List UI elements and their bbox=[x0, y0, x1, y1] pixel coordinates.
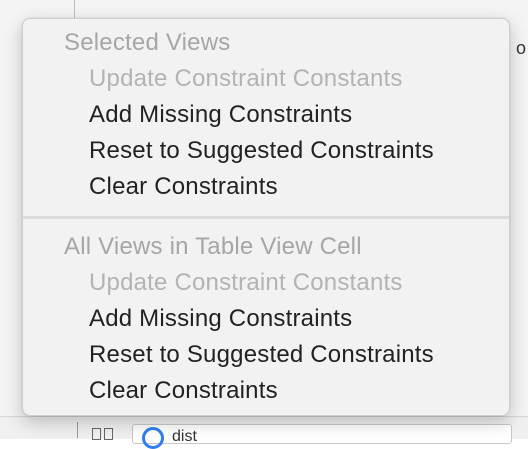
menu-item-add-missing-constraints-all[interactable]: Add Missing Constraints bbox=[89, 304, 352, 334]
section-header-selected-views: Selected Views bbox=[64, 28, 230, 58]
menu-item-reset-to-suggested-constraints-all[interactable]: Reset to Suggested Constraints bbox=[89, 340, 434, 370]
background-partial-text: o bbox=[516, 38, 526, 59]
background-divider bbox=[74, 0, 75, 20]
menu-item-update-constraint-constants-selected: Update Constraint Constants bbox=[89, 64, 403, 94]
menu-item-add-missing-constraints-selected[interactable]: Add Missing Constraints bbox=[89, 100, 352, 130]
section-header-all-views-in-table-view-cell: All Views in Table View Cell bbox=[64, 232, 362, 262]
toolbar-separator bbox=[77, 422, 78, 438]
menu-separator bbox=[23, 216, 509, 219]
menu-item-update-constraint-constants-all: Update Constraint Constants bbox=[89, 268, 403, 298]
menu-item-clear-constraints-all[interactable]: Clear Constraints bbox=[89, 376, 278, 406]
resolve-constraints-menu: Selected Views Update Constraint Constan… bbox=[22, 18, 510, 416]
menu-item-clear-constraints-selected[interactable]: Clear Constraints bbox=[89, 172, 278, 202]
filter-circle-icon bbox=[142, 427, 164, 449]
layout-grid-icon[interactable] bbox=[92, 428, 116, 440]
menu-item-reset-to-suggested-constraints-selected[interactable]: Reset to Suggested Constraints bbox=[89, 136, 434, 166]
filter-field-text: dist bbox=[172, 428, 197, 446]
